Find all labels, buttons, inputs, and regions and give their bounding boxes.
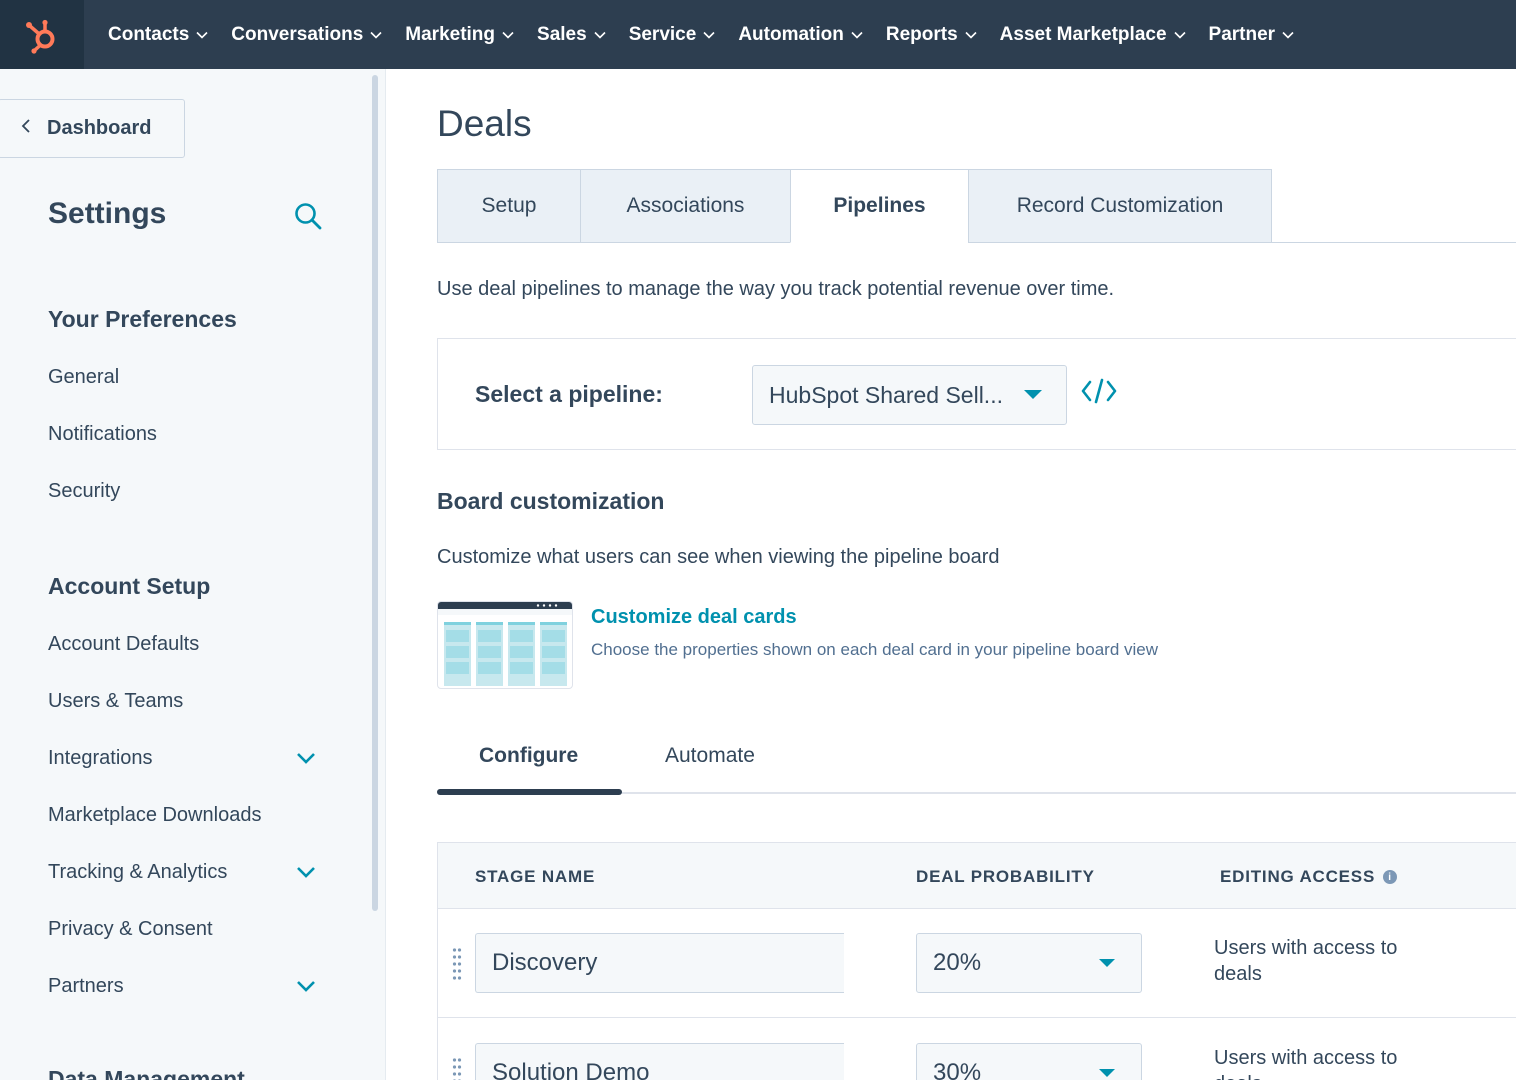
editing-access-value: Users with access to deals (1214, 1047, 1398, 1080)
table-header: STAGE NAME DEAL PROBABILITY EDITING ACCE… (438, 843, 1516, 909)
customize-deal-cards-link[interactable]: Customize deal cards (591, 606, 797, 629)
tab-pipelines[interactable]: Pipelines (790, 169, 969, 243)
chevron-down-icon[interactable] (296, 751, 316, 769)
nav-contacts[interactable]: Contacts (96, 0, 219, 69)
info-icon[interactable]: i (1383, 870, 1398, 884)
stage-name-input[interactable] (475, 933, 844, 993)
nav-service[interactable]: Service (617, 0, 727, 69)
column-header-stage-name: STAGE NAME (475, 867, 596, 886)
column-header-editing-access: EDITING ACCESS i (1220, 867, 1398, 887)
pipeline-dropdown[interactable]: HubSpot Shared Sell... (752, 365, 1067, 425)
chevron-down-icon (965, 31, 977, 39)
subtab-automate[interactable]: Automate (665, 744, 755, 768)
search-icon[interactable] (293, 201, 323, 236)
nav-sales[interactable]: Sales (525, 0, 617, 69)
section-heading-data-management: Data Management (48, 1066, 245, 1080)
pipelines-description: Use deal pipelines to manage the way you… (437, 278, 1115, 300)
sidebar-item-general[interactable]: General (48, 366, 119, 389)
pipeline-label: Select a pipeline: (475, 381, 663, 407)
drag-handle-icon[interactable] (452, 947, 462, 986)
nav-asset-marketplace[interactable]: Asset Marketplace (988, 0, 1197, 69)
chevron-down-icon (196, 31, 208, 39)
tab-setup[interactable]: Setup (437, 169, 581, 243)
chevron-down-icon (703, 31, 715, 39)
sidebar-item-marketplace-downloads[interactable]: Marketplace Downloads (48, 804, 261, 827)
table-row: 30% Users with access to deals (438, 1019, 1516, 1080)
customize-deal-cards-description: Choose the properties shown on each deal… (591, 640, 1159, 659)
settings-sidebar: Dashboard Settings Your Preferences Gene… (0, 69, 386, 1080)
sidebar-scrollbar[interactable] (372, 75, 378, 911)
pipeline-stages-table: STAGE NAME DEAL PROBABILITY EDITING ACCE… (437, 842, 1516, 1080)
settings-title: Settings (48, 197, 167, 230)
section-heading-account-setup: Account Setup (48, 573, 211, 599)
pipeline-selector-panel: Select a pipeline: HubSpot Shared Sell..… (437, 338, 1516, 450)
top-navigation: Contacts Conversations Marketing Sales S… (0, 0, 1516, 69)
tab-record-customization[interactable]: Record Customization (968, 169, 1272, 243)
sprocket-icon (26, 19, 55, 54)
subtab-active-indicator (437, 789, 622, 795)
sidebar-item-integrations[interactable]: Integrations (48, 747, 153, 770)
nav-partner[interactable]: Partner (1197, 0, 1306, 69)
section-heading-preferences: Your Preferences (48, 306, 237, 332)
sidebar-item-partners[interactable]: Partners (48, 975, 124, 998)
chevron-down-icon[interactable] (296, 979, 316, 997)
hubspot-logo[interactable] (0, 0, 84, 69)
drag-handle-icon[interactable] (452, 1057, 462, 1080)
chevron-down-icon (502, 31, 514, 39)
chevron-down-icon (1173, 31, 1186, 39)
editing-access-value: Users with access to deals (1214, 937, 1398, 985)
page-title: Deals (437, 103, 532, 144)
nav-menu: Contacts Conversations Marketing Sales S… (84, 0, 1305, 69)
sidebar-item-security[interactable]: Security (48, 480, 120, 503)
chevron-down-icon (370, 31, 382, 39)
nav-automation[interactable]: Automation (726, 0, 874, 69)
caret-down-icon (1099, 959, 1115, 967)
nav-conversations[interactable]: Conversations (219, 0, 393, 69)
chevron-left-icon (21, 118, 31, 139)
deal-probability-dropdown[interactable]: 30% (916, 1043, 1142, 1080)
table-row: 20% Users with access to deals (438, 909, 1516, 1018)
deal-card-preview-image (437, 601, 573, 689)
code-embed-icon[interactable] (1081, 377, 1117, 410)
chevron-down-icon (1282, 31, 1294, 39)
deal-probability-dropdown[interactable]: 20% (916, 933, 1142, 993)
pipeline-selected-value: HubSpot Shared Sell... (769, 381, 1003, 408)
sidebar-item-tracking-analytics[interactable]: Tracking & Analytics (48, 861, 227, 884)
chevron-down-icon (594, 31, 606, 39)
chevron-down-icon (851, 31, 863, 39)
chevron-down-icon[interactable] (296, 865, 316, 883)
board-customization-description: Customize what users can see when viewin… (437, 546, 1000, 568)
stage-name-input[interactable] (475, 1043, 844, 1080)
tabs-divider (1271, 242, 1516, 243)
sidebar-item-users-teams[interactable]: Users & Teams (48, 690, 183, 713)
nav-reports[interactable]: Reports (874, 0, 988, 69)
board-customization-heading: Board customization (437, 488, 665, 514)
sidebar-item-account-defaults[interactable]: Account Defaults (48, 633, 199, 656)
sidebar-item-privacy-consent[interactable]: Privacy & Consent (48, 918, 213, 941)
column-header-deal-probability: DEAL PROBABILITY (916, 867, 1095, 886)
settings-tabs: Setup Associations Pipelines Record Cust… (437, 169, 1272, 243)
nav-marketing[interactable]: Marketing (393, 0, 525, 69)
back-to-dashboard-button[interactable]: Dashboard (0, 99, 185, 158)
main-content: Deals Setup Associations Pipelines Recor… (387, 69, 1516, 1080)
sidebar-item-notifications[interactable]: Notifications (48, 423, 157, 446)
caret-down-icon (1099, 1069, 1115, 1077)
subtab-configure[interactable]: Configure (479, 744, 578, 768)
caret-down-icon (1024, 390, 1042, 399)
tab-associations[interactable]: Associations (580, 169, 791, 243)
